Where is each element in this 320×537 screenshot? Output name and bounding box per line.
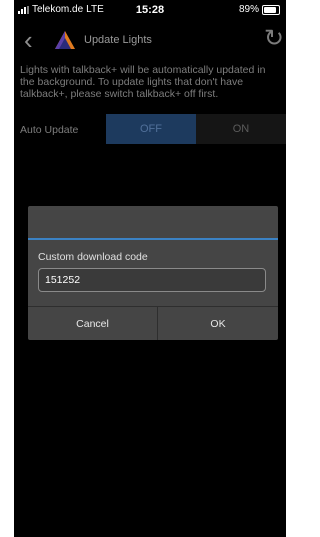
auto-update-on-button[interactable]: ON [196, 114, 286, 144]
ok-button[interactable]: OK [158, 307, 278, 340]
download-code-input[interactable]: 151252 [38, 268, 266, 292]
dialog-divider [28, 238, 278, 240]
cancel-button[interactable]: Cancel [28, 307, 157, 340]
battery-icon [262, 4, 280, 15]
auto-update-label: Auto Update [20, 124, 79, 136]
auto-update-toggle: OFF ON [106, 114, 286, 144]
nav-bar: ‹ Update Lights ↻ [14, 22, 286, 60]
status-bar: Telekom.de LTE 15:28 89% [14, 0, 286, 22]
auto-update-off-button[interactable]: OFF [106, 114, 196, 144]
info-text: Lights with talkback+ will be automatica… [20, 64, 266, 100]
dialog-label: Custom download code [38, 251, 148, 263]
app-logo-icon [54, 30, 76, 55]
page-title: Update Lights [84, 34, 152, 46]
refresh-icon[interactable]: ↻ [264, 26, 284, 52]
status-right: 89% [239, 4, 280, 15]
download-code-dialog: Custom download code 151252 Cancel OK [28, 206, 278, 340]
chevron-left-icon[interactable]: ‹ [24, 27, 33, 53]
phone-screen: Telekom.de LTE 15:28 89% ‹ Update Lights… [14, 0, 286, 537]
battery-percent: 89% [238, 4, 259, 15]
